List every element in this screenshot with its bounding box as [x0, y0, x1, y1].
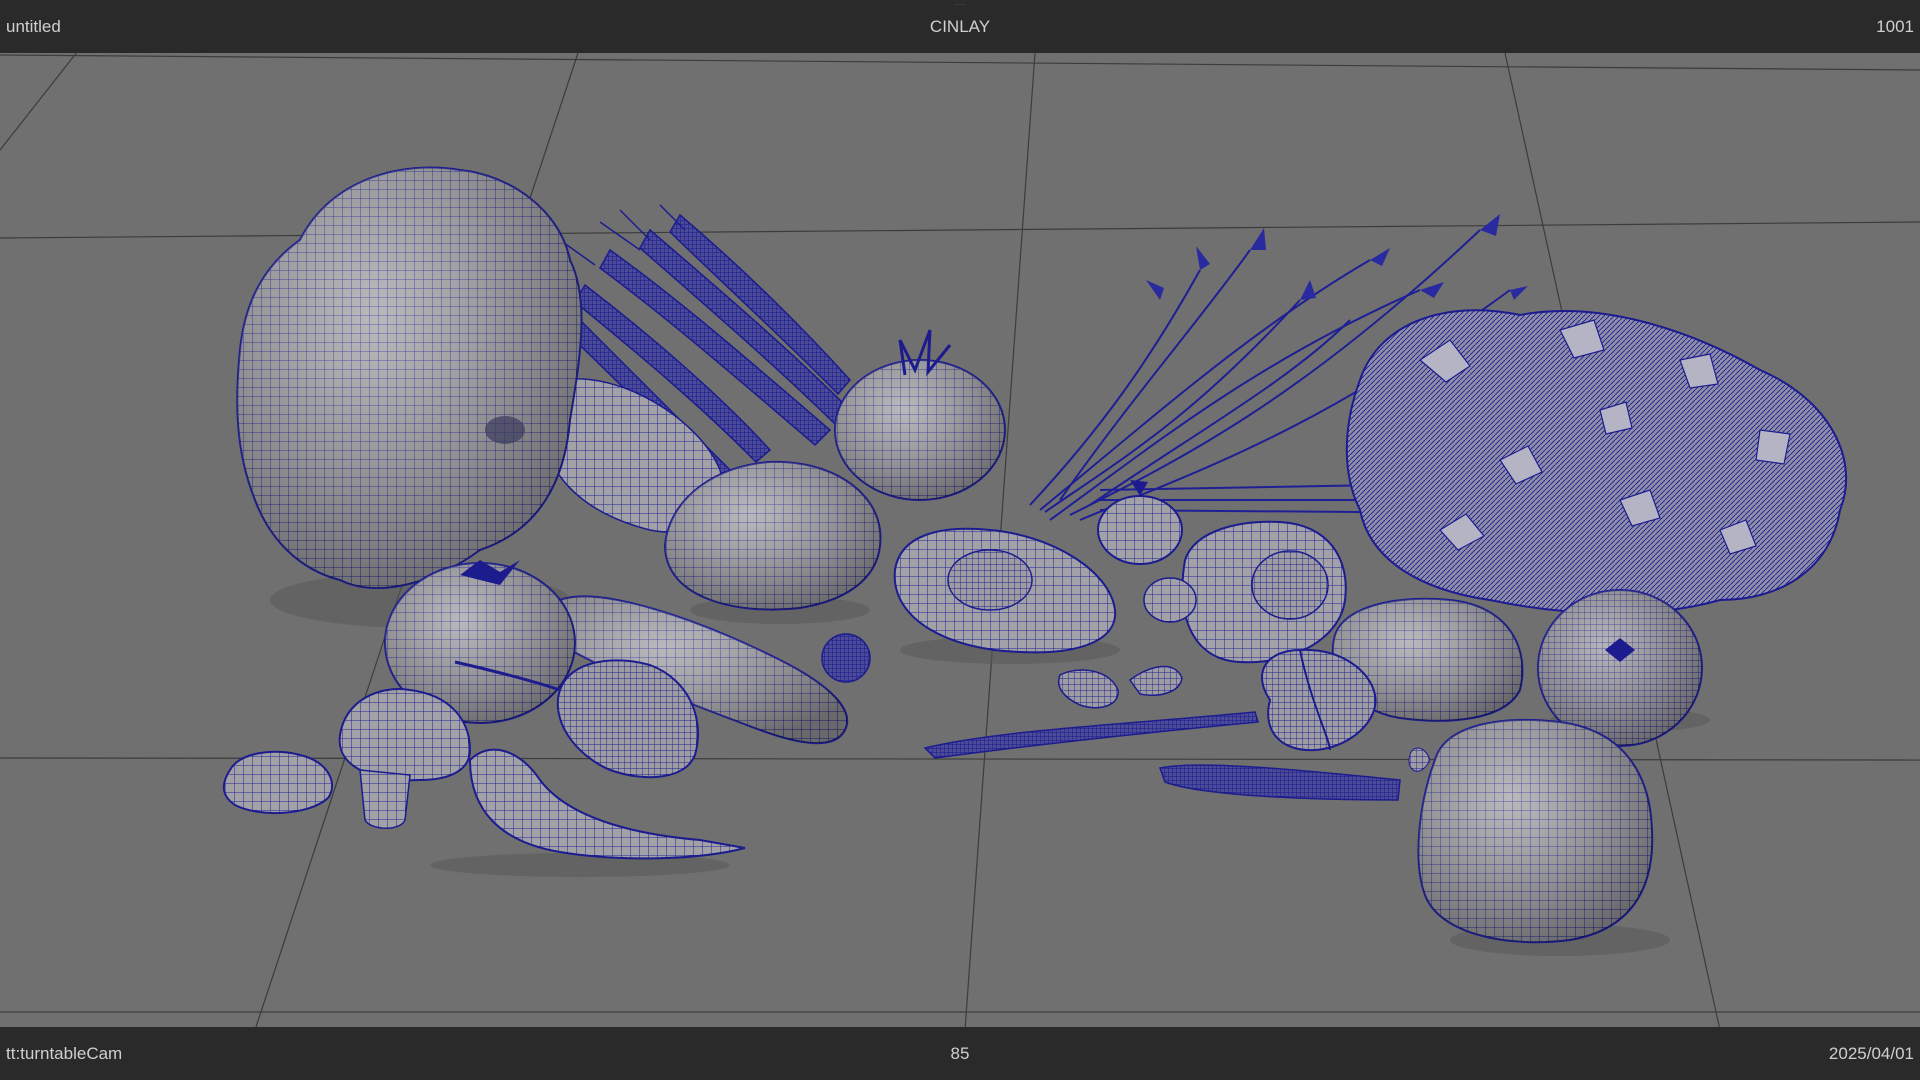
3d-viewport[interactable]: untitled CINLAY 1001 ······ tt:turntable…: [0, 0, 1920, 1080]
focal-length: 85: [950, 1043, 970, 1063]
leafy-greens[interactable]: [1345, 309, 1848, 615]
sync-indicator: ······: [954, 2, 966, 8]
hud-bottom-bar: tt:turntableCam 85 2025/04/01: [0, 1027, 1920, 1080]
garlic-clove[interactable]: [1058, 665, 1183, 709]
raspberry[interactable]: [821, 633, 871, 683]
project-name: CINLAY: [929, 16, 991, 36]
frame-number: 1001: [1876, 16, 1914, 36]
avocado-half[interactable]: [893, 527, 1117, 654]
date-stamp: 2025/04/01: [1828, 1043, 1914, 1063]
avocado-half-2[interactable]: [1181, 520, 1347, 664]
scene-render[interactable]: [0, 0, 1920, 1080]
green-bean[interactable]: [923, 711, 1259, 759]
mushroom[interactable]: [222, 688, 472, 829]
bell-pepper[interactable]: [1408, 718, 1654, 944]
hud-top-bar: untitled CINLAY 1001 ······: [0, 0, 1920, 53]
pea-pod[interactable]: [1159, 764, 1401, 801]
tomato[interactable]: [834, 329, 1006, 501]
